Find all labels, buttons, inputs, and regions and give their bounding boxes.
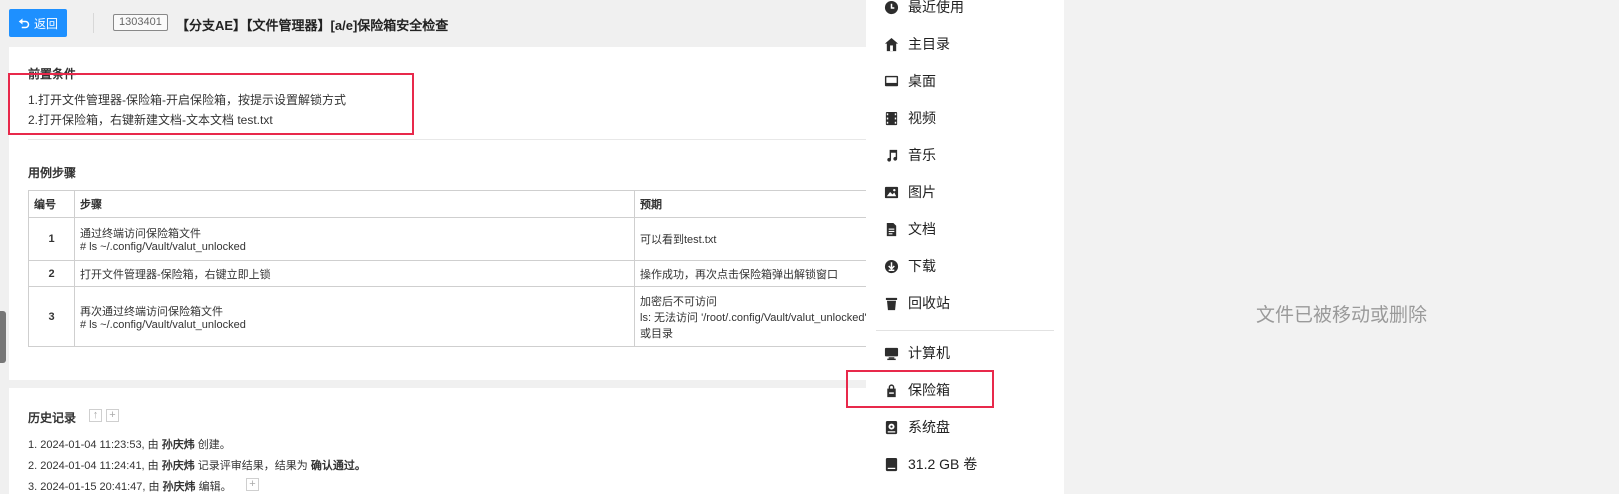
expected-text: 可以看到test.txt: [634, 217, 866, 261]
history-entry-action: 编辑。: [195, 481, 232, 493]
sidebar-item-system-disk[interactable]: 系统盘: [866, 410, 1064, 444]
step-text: 通过终端访问保险箱文件 # ls ~/.config/Vault/valut_u…: [74, 217, 635, 261]
table-row: 2 打开文件管理器-保险箱，右键立即上锁 操作成功，再次点击保险箱弹出解锁窗口: [28, 260, 866, 287]
history-entry-time: 1. 2024-01-04 11:23:53, 由: [28, 439, 162, 451]
history-entry-user: 孙庆炜: [161, 439, 195, 451]
sidebar-item-label: 主目录: [908, 36, 950, 52]
history-entry-user: 孙庆炜: [161, 460, 195, 472]
sidebar-item-downloads[interactable]: 下载: [866, 249, 1064, 283]
expand-plus-icon[interactable]: +: [106, 409, 119, 422]
back-button-label: 返回: [33, 16, 58, 31]
history-title: 历史记录: [28, 411, 77, 425]
clock-icon: [883, 0, 899, 15]
empty-message: 文件已被移动或删除: [1255, 305, 1427, 326]
precondition-highlight-box: [8, 73, 414, 135]
vault-highlight-box: [846, 370, 994, 408]
case-header: 返回 1303401 【分支AE】【文件管理器】[a/e]保险箱安全检查: [0, 0, 866, 46]
history-entry-action: 记录评审结果，结果为: [194, 460, 311, 472]
system-disk-icon: [883, 419, 899, 435]
sidebar-item-label: 音乐: [908, 147, 936, 163]
case-title: 【分支AE】【文件管理器】[a/e]保险箱安全检查: [176, 18, 449, 33]
step-line: 打开文件管理器-保险箱，右键立即上锁: [80, 268, 271, 281]
file-manager-sidebar: 最近使用 主目录 桌面 视频 音乐 图片 文档 下载 回收站 计算机 保险箱 系…: [846, 0, 1064, 494]
table-row: 3 再次通过终端访问保险箱文件 # ls ~/.config/Vault/val…: [28, 286, 866, 347]
steps-title: 用例步骤: [28, 166, 77, 180]
trash-icon: [883, 295, 899, 311]
history-entry-action: 创建。: [194, 439, 231, 451]
collapse-up-icon[interactable]: ↑: [89, 409, 102, 422]
back-button[interactable]: 返回: [9, 9, 67, 37]
sidebar-item-recent[interactable]: 最近使用: [866, 0, 1064, 24]
film-icon: [883, 110, 899, 126]
home-icon: [883, 36, 899, 52]
expected-line: 加密后不可访问: [640, 295, 717, 308]
column-header-step: 步骤: [74, 190, 635, 218]
history-entry: 1. 2024-01-04 11:23:53, 由 孙庆炜 创建。: [28, 436, 231, 452]
expected-line: 操作成功，再次点击保险箱弹出解锁窗口: [640, 268, 838, 281]
sidebar-item-documents[interactable]: 文档: [866, 212, 1064, 246]
computer-icon: [883, 345, 899, 361]
step-text: 再次通过终端访问保险箱文件 # ls ~/.config/Vault/valut…: [74, 286, 635, 347]
expected-text: 加密后不可访问 ls: 无法访问 '/root/.config/Vault/va…: [634, 286, 866, 347]
steps-table: 编号 步骤 预期 1 通过终端访问保险箱文件 # ls ~/.config/Va…: [28, 190, 866, 347]
sidebar-item-music[interactable]: 音乐: [866, 138, 1064, 172]
table-row: 1 通过终端访问保险箱文件 # ls ~/.config/Vault/valut…: [28, 217, 866, 261]
sidebar-item-computer[interactable]: 计算机: [866, 336, 1064, 370]
sidebar-item-home[interactable]: 主目录: [866, 27, 1064, 61]
sidebar-item-label: 回收站: [908, 295, 950, 311]
history-entry: 2. 2024-01-04 11:24:41, 由 孙庆炜 记录评审结果，结果为…: [28, 457, 366, 473]
side-scroll-handle[interactable]: [0, 311, 6, 363]
sidebar-item-label: 桌面: [908, 73, 936, 89]
return-arrow-icon: [18, 18, 30, 29]
step-line: # ls ~/.config/Vault/valut_unlocked: [80, 318, 246, 331]
sidebar-item-desktop[interactable]: 桌面: [866, 64, 1064, 98]
step-text: 打开文件管理器-保险箱，右键立即上锁: [74, 260, 635, 287]
step-number: 1: [28, 217, 75, 261]
column-header-number: 编号: [28, 190, 75, 218]
step-line: 通过终端访问保险箱文件: [80, 228, 201, 240]
desktop-icon: [883, 73, 899, 89]
column-header-expected: 预期: [634, 190, 866, 218]
section-divider: [28, 139, 866, 140]
case-id-badge: 1303401: [113, 14, 168, 31]
test-case-panel: 返回 1303401 【分支AE】【文件管理器】[a/e]保险箱安全检查 前置条…: [0, 0, 866, 494]
expected-line: 或目录: [640, 327, 673, 340]
history-entry-user: 孙庆炜: [162, 481, 196, 493]
music-icon: [883, 147, 899, 163]
step-line: 再次通过终端访问保险箱文件: [80, 305, 223, 318]
history-entry-result: 确认通过。: [310, 460, 366, 472]
sidebar-item-videos[interactable]: 视频: [866, 101, 1064, 135]
expected-text: 操作成功，再次点击保险箱弹出解锁窗口: [634, 260, 866, 287]
sidebar-item-volume[interactable]: 31.2 GB 卷: [866, 447, 1064, 481]
sidebar-item-label: 图片: [908, 184, 936, 200]
expected-line: 可以看到test.txt: [640, 234, 717, 246]
step-line: # ls ~/.config/Vault/valut_unlocked: [80, 241, 246, 253]
header-divider: [93, 13, 94, 33]
sidebar-item-label: 视频: [908, 110, 936, 126]
expected-line: ls: 无法访问 '/root/.config/Vault/valut_unlo…: [640, 311, 866, 324]
sidebar-item-label: 31.2 GB 卷: [908, 456, 978, 472]
step-number: 3: [28, 286, 75, 347]
disk-icon: [883, 456, 899, 472]
table-header-row: 编号 步骤 预期: [28, 190, 866, 218]
document-icon: [883, 221, 899, 237]
step-number: 2: [28, 260, 75, 287]
sidebar-item-trash[interactable]: 回收站: [866, 286, 1064, 320]
download-icon: [883, 258, 899, 274]
image-icon: [883, 184, 899, 200]
sidebar-item-label: 下载: [908, 258, 936, 274]
sidebar-separator: [876, 330, 1054, 331]
sidebar-item-pictures[interactable]: 图片: [866, 175, 1064, 209]
file-view[interactable]: 文件已被移动或删除: [1064, 0, 1619, 494]
history-entry: 3. 2024-01-15 20:41:47, 由 孙庆炜 编辑。: [28, 478, 232, 494]
sidebar-item-label: 最近使用: [908, 0, 964, 15]
sidebar-item-label: 计算机: [908, 345, 950, 361]
sidebar-item-label: 文档: [908, 221, 936, 237]
expand-plus-icon[interactable]: +: [246, 478, 259, 491]
sidebar-item-label: 系统盘: [908, 419, 950, 435]
history-entry-time: 3. 2024-01-15 20:41:47, 由: [28, 481, 163, 493]
history-entry-time: 2. 2024-01-04 11:24:41, 由: [28, 460, 162, 472]
